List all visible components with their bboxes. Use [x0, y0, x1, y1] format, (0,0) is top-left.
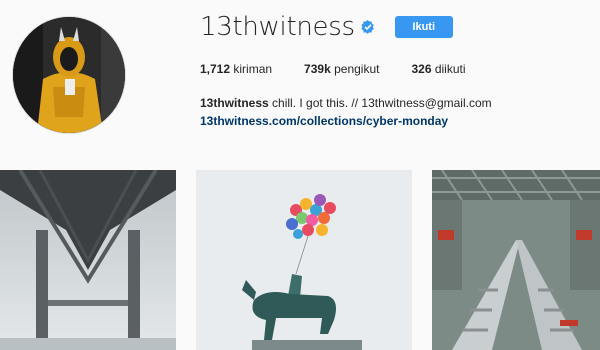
profile-avatar[interactable] — [12, 16, 126, 134]
post-tile-2[interactable] — [196, 170, 412, 350]
stat-following[interactable]: 326 diikuti — [411, 62, 465, 76]
profile-header: 13thwitness Ikuti 1,712 kiriman 739k pen… — [200, 10, 590, 130]
username: 13thwitness — [200, 12, 355, 42]
stat-following-label: diikuti — [434, 62, 466, 76]
bio-name: 13thwitness — [200, 96, 269, 110]
verified-badge-icon — [361, 20, 375, 34]
follow-button[interactable]: Ikuti — [394, 16, 453, 38]
username-row: 13thwitness Ikuti — [200, 10, 590, 44]
bio-link[interactable]: 13thwitness.com/collections/cyber-monday — [200, 112, 590, 130]
stat-posts: 1,712 kiriman — [200, 62, 272, 76]
stat-posts-value: 1,712 — [200, 62, 231, 76]
stat-followers-value: 739k — [304, 62, 331, 76]
stat-posts-label: kiriman — [233, 62, 273, 76]
post-tile-3[interactable] — [432, 170, 600, 350]
stat-followers[interactable]: 739k pengikut — [304, 62, 379, 76]
profile-bio: 13thwitness chill. I got this. // 13thwi… — [200, 94, 590, 130]
profile-stats: 1,712 kiriman 739k pengikut 326 diikuti — [200, 62, 590, 76]
stat-following-value: 326 — [411, 62, 432, 76]
bio-text: chill. I got this. // 13thwitness@gmail.… — [272, 96, 492, 110]
stat-followers-label: pengikut — [334, 62, 380, 76]
post-tile-1[interactable] — [0, 170, 176, 350]
